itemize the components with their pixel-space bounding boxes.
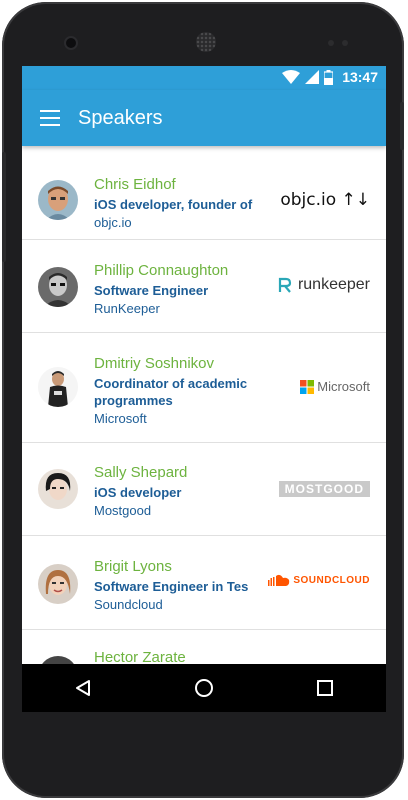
speaker-name: Sally Shepard: [94, 464, 188, 481]
microsoft-icon: [300, 379, 315, 394]
app-screen: 13:47 Speakers Chris Eidhof iOS develope…: [22, 66, 386, 712]
speaker-role: Software Engineer in Tes: [94, 579, 249, 594]
speaker-row[interactable]: Chris Eidhof iOS developer, founder of o…: [22, 146, 386, 240]
speaker-company: Soundcloud: [94, 597, 163, 612]
soundcloud-icon: [268, 574, 290, 586]
speaker-company: RunKeeper: [94, 301, 160, 316]
speaker-company: Microsoft: [94, 411, 147, 426]
recents-button[interactable]: [301, 664, 349, 712]
speaker-avatar: [38, 564, 78, 604]
volume-button: [2, 152, 6, 262]
system-nav-bar: [22, 664, 386, 712]
signal-icon: [305, 70, 320, 84]
company-logo-soundcloud: SOUNDCLOUD: [268, 574, 370, 586]
speaker-row[interactable]: Phillip Connaughton Software Engineer Ru…: [22, 240, 386, 333]
back-button[interactable]: [59, 664, 107, 712]
speaker-role: Coordinator of academic programmes: [94, 376, 248, 408]
battery-icon: [324, 69, 334, 85]
speaker-name: Dmitriy Soshnikov: [94, 355, 215, 372]
light-sensor: [342, 40, 348, 46]
speaker-name: Phillip Connaughton: [94, 262, 229, 279]
speaker-row[interactable]: Sally Shepard iOS developer Mostgood MOS…: [22, 443, 386, 536]
speaker-role: iOS developer, founder of: [94, 197, 253, 212]
speaker-role: Software Engineer: [94, 283, 209, 298]
status-icons: 13:47: [282, 69, 378, 85]
speaker-role: iOS developer: [94, 485, 182, 500]
company-logo-microsoft: Microsoft: [300, 379, 370, 394]
proximity-sensor: [328, 40, 334, 46]
speaker-avatar: [38, 469, 78, 509]
front-camera: [66, 38, 76, 48]
app-bar: Speakers: [22, 90, 386, 146]
wifi-icon: [282, 70, 301, 84]
status-bar: 13:47: [22, 66, 386, 90]
recents-icon: [317, 680, 334, 696]
status-time: 13:47: [342, 69, 378, 85]
speaker-avatar: [38, 267, 78, 307]
company-logo-mostgood: MOSTGOOD: [278, 481, 370, 497]
menu-icon[interactable]: [40, 110, 60, 126]
home-button[interactable]: [180, 664, 228, 712]
back-icon: [75, 680, 90, 696]
speaker-avatar: [38, 367, 78, 407]
speakers-list: Chris Eidhof iOS developer, founder of o…: [22, 146, 386, 712]
speaker-company: Mostgood: [94, 503, 152, 518]
home-icon: [194, 679, 213, 697]
speaker-row[interactable]: Brigit Lyons Software Engineer in Tes So…: [22, 536, 386, 630]
speaker-row[interactable]: Dmitriy Soshnikov Coordinator of academi…: [22, 333, 386, 443]
speaker-avatar: [38, 180, 78, 220]
company-logo-objcio: objc.io ↑↓: [280, 190, 370, 210]
power-button: [400, 102, 404, 150]
speaker-company: objc.io: [94, 215, 132, 230]
runkeeper-icon: [278, 277, 292, 293]
company-logo-runkeeper: runkeeper: [277, 276, 370, 294]
speaker-name: Brigit Lyons: [94, 558, 172, 575]
speaker-name: Chris Eidhof: [94, 176, 176, 193]
page-title: Speakers: [78, 107, 163, 129]
earpiece-speaker: [196, 32, 216, 52]
